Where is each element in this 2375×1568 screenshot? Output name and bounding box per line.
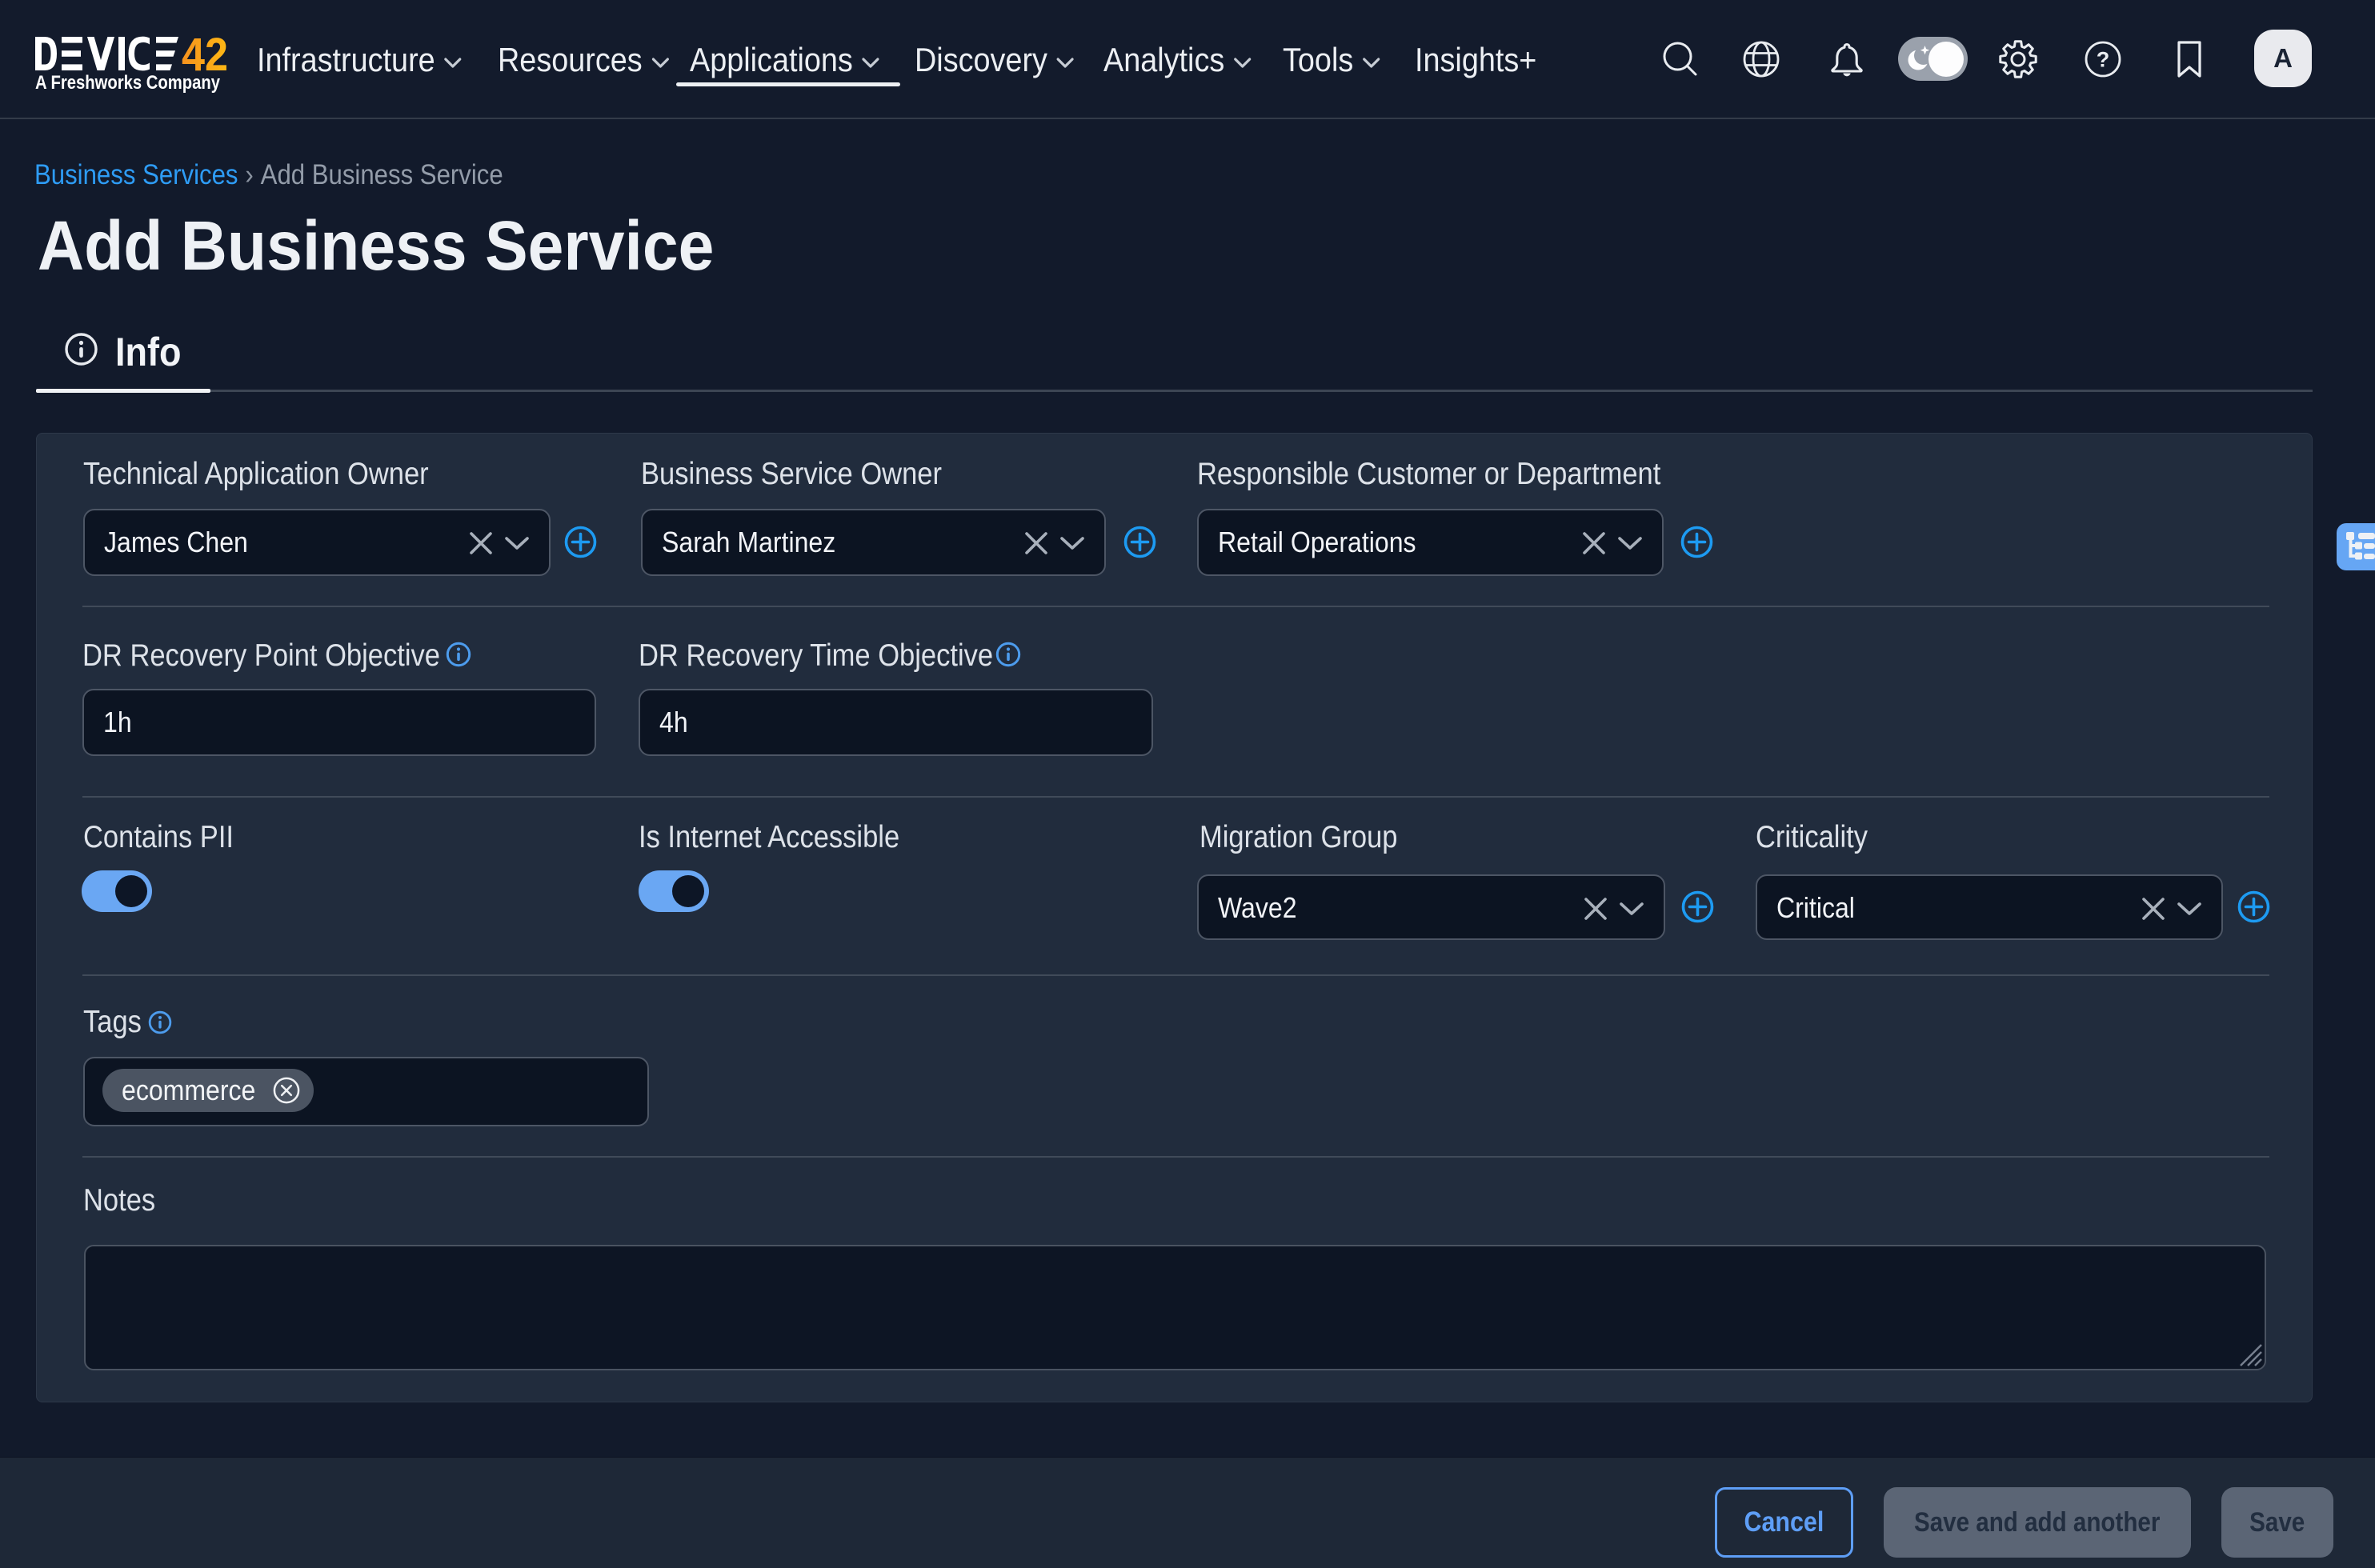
svg-text:?: ? <box>2097 48 2110 72</box>
svg-text:A Freshworks Company: A Freshworks Company <box>35 72 221 93</box>
